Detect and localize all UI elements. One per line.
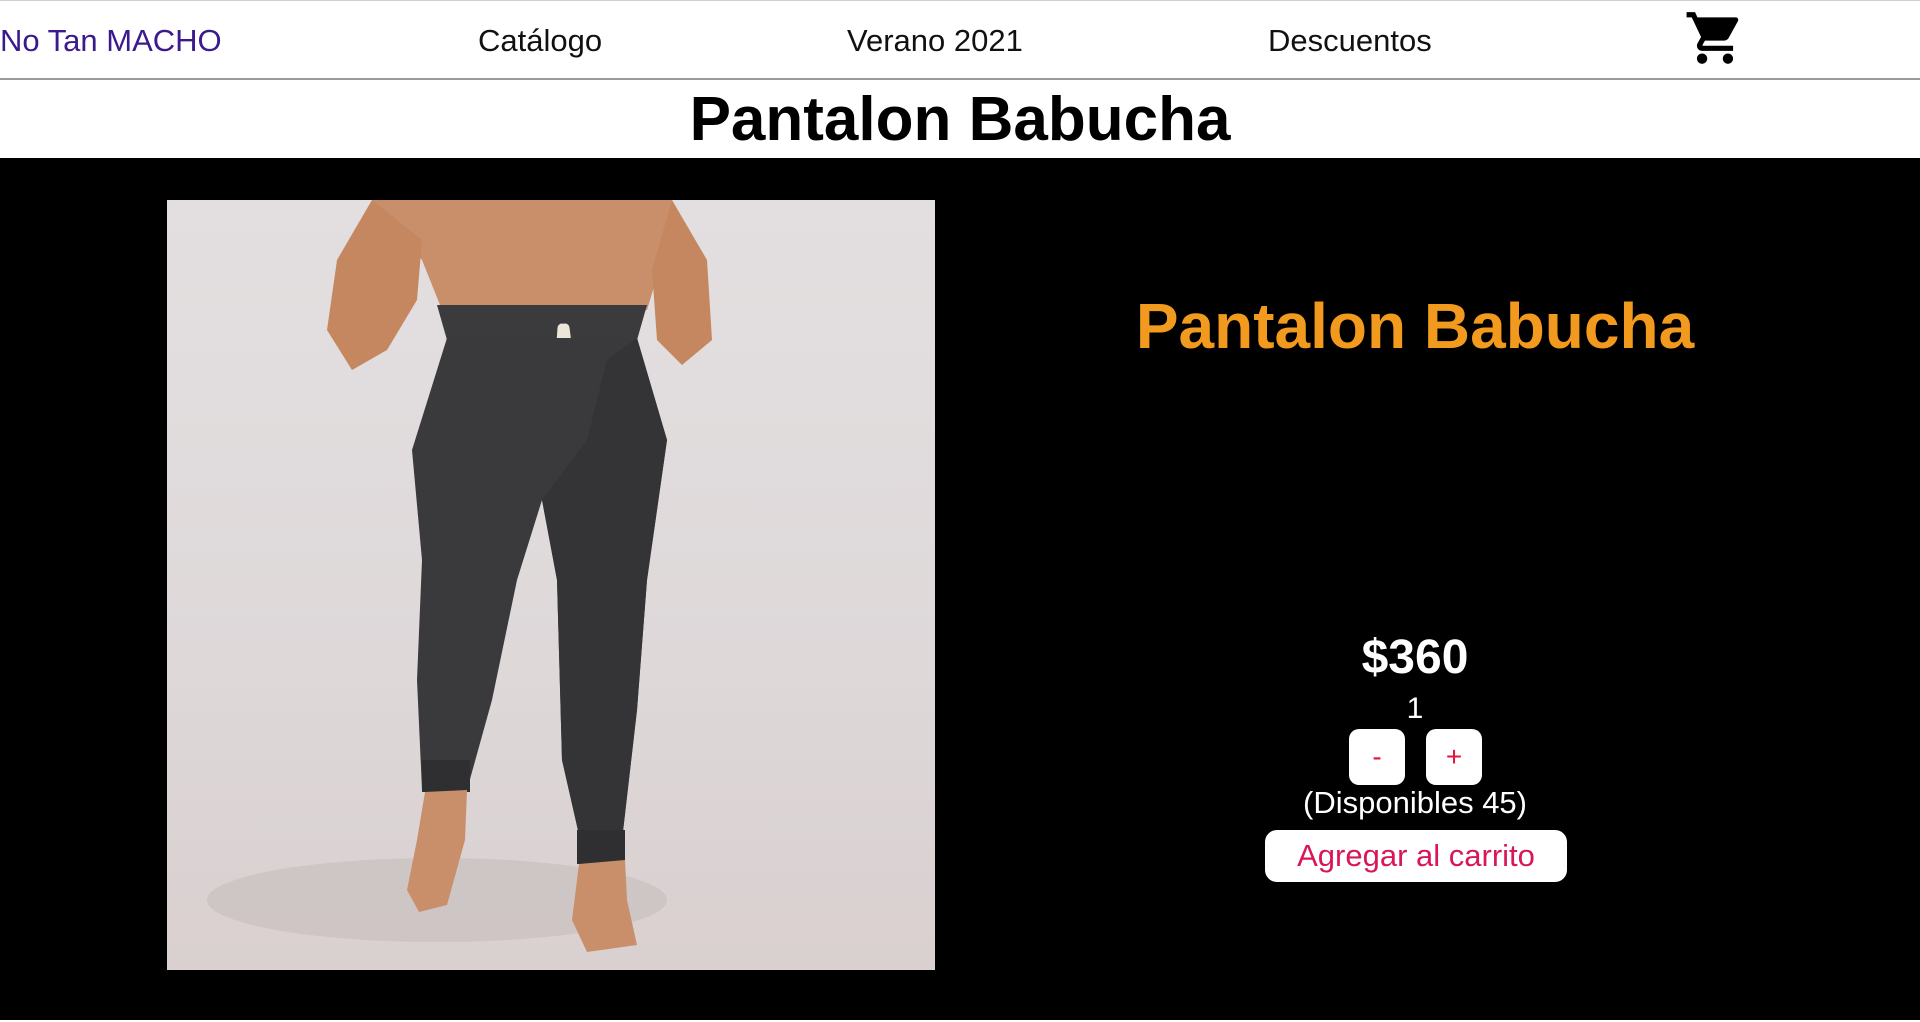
page-title: Pantalon Babucha xyxy=(689,85,1231,154)
quantity-value: 1 xyxy=(1406,692,1424,725)
nav-link-descuentos[interactable]: Descuentos xyxy=(1268,21,1432,61)
nav-link-catalogo[interactable]: Catálogo xyxy=(478,21,602,61)
product-name: Pantalon Babucha xyxy=(1135,290,1695,362)
add-to-cart-button[interactable]: Agregar al carrito xyxy=(1265,830,1567,882)
increment-quantity-button[interactable]: + xyxy=(1426,729,1482,785)
brand-link[interactable]: No Tan MACHO xyxy=(0,21,222,61)
stock-availability: (Disponibles 45) xyxy=(1303,785,1527,820)
top-navbar: No Tan MACHO Catálogo Verano 2021 Descue… xyxy=(0,0,1920,80)
product-section: Pantalon Babucha $360 1 - + (Disponibles… xyxy=(0,158,1920,1020)
product-image xyxy=(167,200,935,970)
shopping-cart-icon[interactable] xyxy=(1684,7,1746,69)
product-price: $360 xyxy=(1361,631,1469,684)
decrement-quantity-button[interactable]: - xyxy=(1349,729,1405,785)
nav-link-verano-2021[interactable]: Verano 2021 xyxy=(847,21,1023,61)
